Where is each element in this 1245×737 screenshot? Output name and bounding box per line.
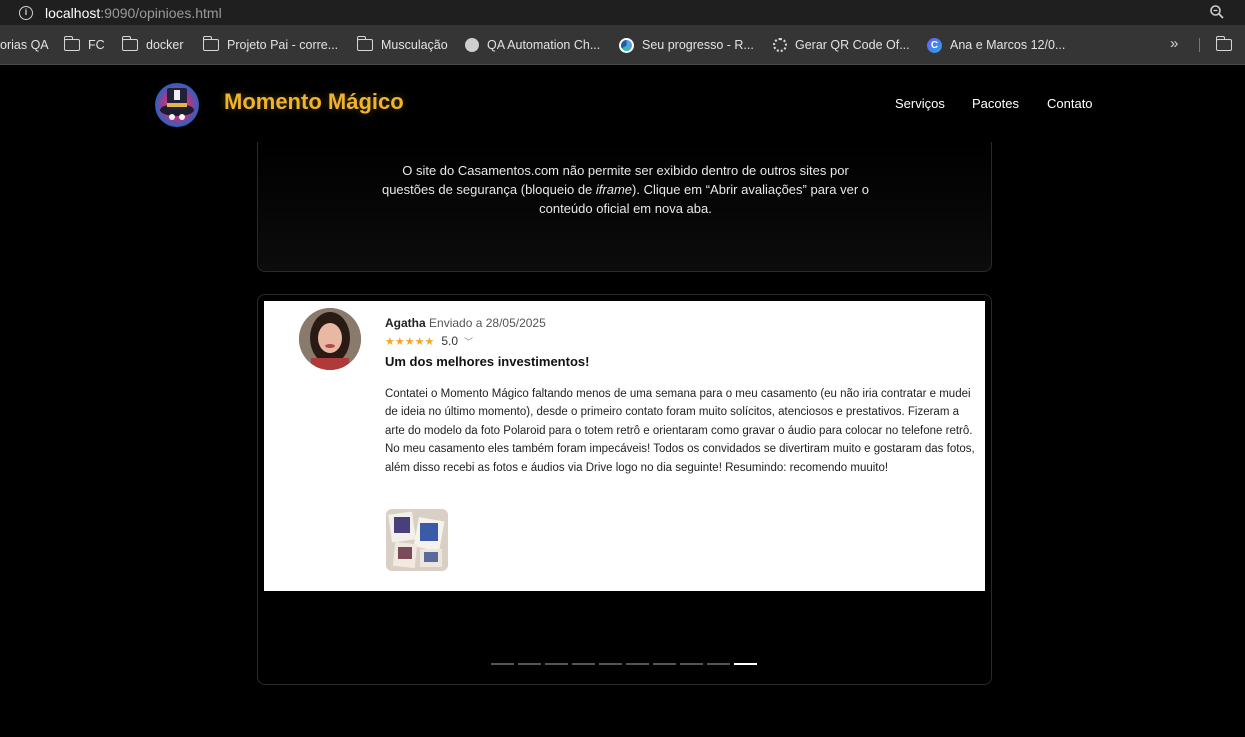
folder-icon: [1215, 36, 1232, 51]
review-slide: Agatha Enviado a 28/05/2025 ★★★★★ 5.0 ﹀ …: [264, 301, 985, 591]
magician-hat-logo-icon[interactable]: [152, 79, 202, 129]
iframe-notice-card: O site do Casamentos.com não permite ser…: [257, 142, 992, 272]
nav-contato[interactable]: Contato: [1047, 96, 1093, 111]
review-date: Enviado a 28/05/2025: [429, 316, 546, 330]
folder-icon: [202, 36, 219, 51]
folder-icon: [63, 36, 80, 51]
iframe-notice-text: O site do Casamentos.com não permite ser…: [381, 163, 870, 216]
bookmark-label: Musculação: [381, 38, 448, 52]
carousel-dot-4[interactable]: [599, 663, 622, 665]
site-page: Momento Mágico Serviços Pacotes Contato …: [0, 66, 1245, 737]
more-bookmarks-icon[interactable]: »: [1170, 35, 1178, 52]
folder-icon: [121, 36, 138, 51]
review-author-line: Agatha Enviado a 28/05/2025: [385, 316, 546, 330]
folder-icon: [356, 36, 373, 51]
bookmark-label: docker: [146, 38, 184, 52]
address-bar[interactable]: i localhost:9090/opinioes.html: [0, 0, 1245, 25]
bookmark-5[interactable]: QA Automation Ch...: [465, 37, 600, 53]
bookmark-4[interactable]: Musculação: [356, 36, 448, 53]
bookmark-2[interactable]: docker: [121, 36, 184, 53]
nav-servicos[interactable]: Serviços: [895, 96, 945, 111]
bookmarks-divider: [1199, 38, 1200, 52]
star-rating-icon: ★★★★★: [385, 335, 435, 348]
bookmark-7[interactable]: Gerar QR Code Of...: [773, 37, 910, 53]
bookmark-3[interactable]: Projeto Pai - corre...: [202, 36, 339, 53]
bookmark-label: orias QA: [0, 38, 49, 52]
site-info-icon[interactable]: i: [19, 5, 33, 20]
app-icon: [619, 37, 634, 53]
chevron-down-icon[interactable]: ﹀: [464, 335, 473, 348]
carousel-dot-1[interactable]: [518, 663, 541, 665]
bookmark-label: Seu progresso - R...: [642, 38, 754, 52]
review-author: Agatha: [385, 316, 426, 330]
bookmark-label: FC: [88, 38, 105, 52]
review-photo-thumbnail[interactable]: [386, 509, 448, 571]
carousel-dot-8[interactable]: [707, 663, 730, 665]
gear-icon: [773, 38, 787, 52]
bookmarks-bar: orias QA FC docker Projeto Pai - corre..…: [0, 25, 1245, 65]
bookmark-6[interactable]: Seu progresso - R...: [619, 37, 754, 53]
other-bookmarks-folder[interactable]: [1215, 36, 1240, 53]
bookmark-1[interactable]: FC: [63, 36, 105, 53]
carousel-dot-6[interactable]: [653, 663, 676, 665]
bookmark-label: QA Automation Ch...: [487, 38, 601, 52]
bookmark-0[interactable]: orias QA: [0, 37, 49, 53]
carousel-dot-7[interactable]: [680, 663, 703, 665]
review-rating: ★★★★★ 5.0 ﹀: [385, 334, 473, 348]
review-score: 5.0: [441, 334, 458, 348]
url-text[interactable]: localhost:9090/opinioes.html: [45, 5, 222, 21]
review-paragraph: Contatei o Momento Mágico faltando menos…: [385, 388, 973, 437]
review-paragraph: No meu casamento eles também foram impec…: [385, 443, 975, 474]
carousel-dot-3[interactable]: [572, 663, 595, 665]
bookmark-label: Gerar QR Code Of...: [795, 38, 910, 52]
reviews-carousel: Agatha Enviado a 28/05/2025 ★★★★★ 5.0 ﹀ …: [257, 294, 992, 685]
review-title: Um dos melhores investimentos!: [385, 354, 590, 369]
nav-pacotes[interactable]: Pacotes: [972, 96, 1019, 111]
c-icon: C: [927, 37, 942, 53]
globe-icon: [465, 38, 479, 52]
carousel-dot-2[interactable]: [545, 663, 568, 665]
review-body: Contatei o Momento Mágico faltando menos…: [385, 385, 977, 477]
reviewer-avatar: [299, 308, 361, 370]
carousel-dot-9[interactable]: [734, 663, 757, 665]
bookmark-label: Projeto Pai - corre...: [227, 38, 339, 52]
bookmark-8[interactable]: C Ana e Marcos 12/0...: [927, 37, 1065, 53]
carousel-indicators: [491, 663, 757, 665]
carousel-dot-5[interactable]: [626, 663, 649, 665]
zoom-icon[interactable]: [1209, 4, 1225, 20]
carousel-dot-0[interactable]: [491, 663, 514, 665]
bookmark-label: Ana e Marcos 12/0...: [950, 38, 1066, 52]
brand-name[interactable]: Momento Mágico: [224, 89, 404, 115]
